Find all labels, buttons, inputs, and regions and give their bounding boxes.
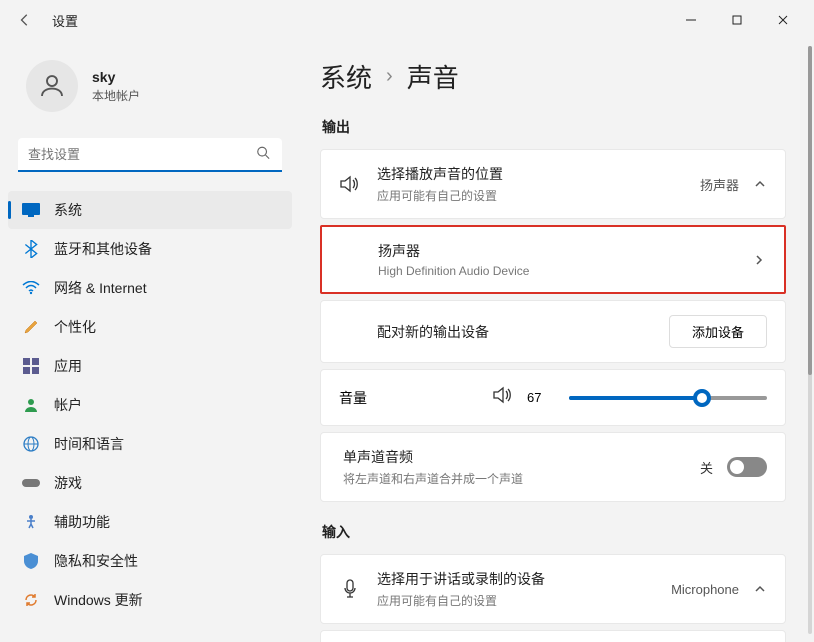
volume-icon[interactable] — [493, 386, 513, 409]
avatar — [26, 60, 78, 112]
microphone-icon — [339, 579, 361, 599]
title-bar: 设置 — [0, 0, 814, 40]
wifi-icon — [22, 279, 40, 297]
breadcrumb: 系统 › 声音 — [320, 58, 786, 95]
maximize-button[interactable] — [714, 4, 760, 36]
output-choose-sub: 应用可能有自己的设置 — [377, 187, 684, 204]
output-device-card[interactable]: 扬声器 High Definition Audio Device — [320, 225, 786, 294]
nav-label: 帐户 — [54, 395, 82, 415]
scrollbar-thumb[interactable] — [808, 46, 812, 375]
gamepad-icon — [22, 474, 40, 492]
speaker-icon — [339, 175, 361, 193]
output-choose-value: 扬声器 — [700, 175, 739, 194]
nav-item-system[interactable]: 系统 — [8, 191, 292, 229]
output-device-title: 扬声器 — [378, 241, 736, 261]
pair-device-title: 配对新的输出设备 — [377, 322, 653, 342]
nav-item-accounts[interactable]: 帐户 — [8, 386, 292, 424]
nav-item-privacy[interactable]: 隐私和安全性 — [8, 542, 292, 580]
output-choose-title: 选择播放声音的位置 — [377, 164, 684, 184]
output-device-sub: High Definition Audio Device — [378, 264, 736, 278]
output-choose-card[interactable]: 选择播放声音的位置 应用可能有自己的设置 扬声器 — [320, 149, 786, 219]
system-icon — [22, 201, 40, 219]
nav-item-personalization[interactable]: 个性化 — [8, 308, 292, 346]
content-pane: 系统 › 声音 输出 选择播放声音的位置 应用可能有自己的设置 扬声器 — [300, 40, 814, 642]
chevron-right-icon: › — [386, 65, 393, 88]
mono-sub: 将左声道和右声道合并成一个声道 — [343, 470, 684, 487]
nav-label: 蓝牙和其他设备 — [54, 239, 152, 259]
profile-subtitle: 本地帐户 — [92, 87, 140, 104]
mono-toggle[interactable] — [727, 457, 767, 477]
search-icon — [256, 146, 270, 165]
nav-item-gaming[interactable]: 游戏 — [8, 464, 292, 502]
breadcrumb-current: 声音 — [407, 58, 459, 95]
mono-state-label: 关 — [700, 458, 713, 477]
breadcrumb-root[interactable]: 系统 — [320, 58, 372, 95]
volume-label: 音量 — [339, 388, 479, 408]
bluetooth-icon — [22, 240, 40, 258]
volume-card: 音量 67 — [320, 369, 786, 426]
nav-label: 个性化 — [54, 317, 96, 337]
scrollbar[interactable] — [808, 46, 812, 634]
nav-label: 应用 — [54, 356, 82, 376]
globe-icon — [22, 435, 40, 453]
nav-item-bluetooth[interactable]: 蓝牙和其他设备 — [8, 230, 292, 268]
volume-value: 67 — [527, 390, 555, 405]
nav-item-apps[interactable]: 应用 — [8, 347, 292, 385]
mono-title: 单声道音频 — [343, 447, 684, 467]
close-button[interactable] — [760, 4, 806, 36]
profile-block[interactable]: sky 本地帐户 — [0, 52, 300, 132]
person-icon — [22, 396, 40, 414]
nav-label: Windows 更新 — [54, 590, 143, 610]
input-choose-title: 选择用于讲话或录制的设备 — [377, 569, 655, 589]
input-section-title: 输入 — [322, 522, 786, 542]
nav-item-windows-update[interactable]: Windows 更新 — [8, 581, 292, 619]
nav-list: 系统 蓝牙和其他设备 网络 & Internet 个性化 应用 帐户 时间和语言… — [0, 190, 300, 642]
nav-label: 时间和语言 — [54, 434, 124, 454]
nav-item-network[interactable]: 网络 & Internet — [8, 269, 292, 307]
chevron-right-icon — [752, 253, 766, 267]
apps-icon — [22, 357, 40, 375]
back-button[interactable] — [16, 11, 34, 29]
search-input[interactable] — [18, 138, 282, 172]
input-device-card[interactable]: Microphone High Definition Audio Device — [320, 630, 786, 642]
chevron-up-icon — [753, 177, 767, 191]
nav-item-time-language[interactable]: 时间和语言 — [8, 425, 292, 463]
nav-label: 游戏 — [54, 473, 82, 493]
shield-icon — [22, 552, 40, 570]
volume-slider[interactable] — [569, 396, 767, 400]
pair-device-card: 配对新的输出设备 添加设备 — [320, 300, 786, 363]
profile-name: sky — [92, 69, 140, 85]
input-choose-value: Microphone — [671, 582, 739, 597]
nav-label: 网络 & Internet — [54, 278, 147, 298]
nav-label: 辅助功能 — [54, 512, 110, 532]
accessibility-icon — [22, 513, 40, 531]
input-choose-sub: 应用可能有自己的设置 — [377, 592, 655, 609]
minimize-button[interactable] — [668, 4, 714, 36]
add-device-button[interactable]: 添加设备 — [669, 315, 767, 348]
app-title: 设置 — [52, 11, 78, 30]
nav-label: 隐私和安全性 — [54, 551, 138, 571]
nav-label: 系统 — [54, 200, 82, 220]
nav-item-accessibility[interactable]: 辅助功能 — [8, 503, 292, 541]
update-icon — [22, 591, 40, 609]
sidebar: sky 本地帐户 系统 蓝牙和其他设备 网络 & Internet 个性化 应用… — [0, 40, 300, 642]
input-choose-card[interactable]: 选择用于讲话或录制的设备 应用可能有自己的设置 Microphone — [320, 554, 786, 624]
output-section-title: 输出 — [322, 117, 786, 137]
mono-audio-card[interactable]: 单声道音频 将左声道和右声道合并成一个声道 关 — [320, 432, 786, 502]
chevron-up-icon — [753, 582, 767, 596]
brush-icon — [22, 318, 40, 336]
